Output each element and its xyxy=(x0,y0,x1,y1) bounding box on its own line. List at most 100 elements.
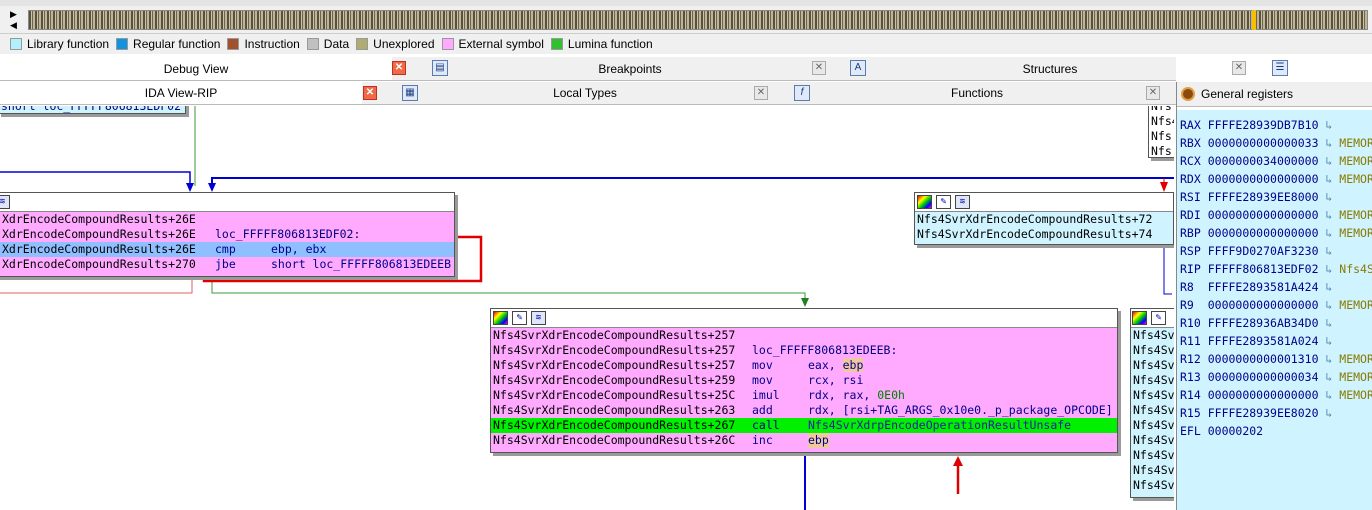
close-icon[interactable]: ✕ xyxy=(754,86,768,100)
jump-arrow-icon[interactable]: ↳ xyxy=(1319,226,1340,240)
jump-arrow-icon[interactable]: ↳ xyxy=(1319,136,1340,150)
jump-arrow-icon[interactable]: ↳ xyxy=(1319,262,1340,276)
jump-arrow-icon[interactable]: ↳ xyxy=(1319,154,1340,168)
navigation-arrows[interactable]: ▶ ◀ xyxy=(10,9,24,33)
jump-arrow-icon[interactable]: ↳ xyxy=(1319,118,1340,132)
jump-arrow-icon[interactable]: ↳ xyxy=(1319,280,1340,294)
register-name: R10 xyxy=(1180,316,1201,330)
node-line: Nfs4SvrXdrEncodeCompoundResults+257 mov ea… xyxy=(493,358,864,372)
node-line: short loc_FFFFF806813EDF02 xyxy=(1,106,182,113)
jump-arrow-icon[interactable]: ↳ xyxy=(1319,352,1340,366)
graph-node-fragment[interactable]: short loc_FFFFF806813EDF02 xyxy=(0,106,186,114)
jump-arrow-icon[interactable]: ↳ xyxy=(1319,190,1340,204)
tab-debug-view[interactable]: Debug View xyxy=(0,57,392,80)
graph-node-fragment[interactable]: Nfs Nfs4 Nfs Nfs xyxy=(1148,106,1174,158)
rename-icon[interactable]: ✎ xyxy=(1151,311,1166,325)
jump-arrow-icon[interactable]: ↳ xyxy=(1319,370,1340,384)
node-line: Nfs4Sv xyxy=(1133,388,1174,402)
register-row[interactable]: R11 FFFFE2893581A024 ↳ xyxy=(1177,332,1372,350)
register-note: MEMOR xyxy=(1339,226,1372,240)
node-line: XdrEncodeCompoundResults+26E xyxy=(0,212,454,227)
register-row[interactable]: R12 0000000000001310 ↳ MEMOR xyxy=(1177,350,1372,368)
legend-swatch xyxy=(356,38,369,50)
edge-arrow xyxy=(1160,182,1168,192)
register-name: R15 xyxy=(1180,406,1201,420)
close-icon[interactable]: ✕ xyxy=(1232,61,1246,75)
register-note: MEMOR xyxy=(1339,172,1372,186)
register-row[interactable]: RBX 0000000000000033 ↳ MEMOR xyxy=(1177,134,1372,152)
graph-view[interactable]: short loc_FFFFF806813EDF02 ≋ XdrEncodeCo… xyxy=(0,106,1174,510)
legend-item: Unexplored xyxy=(356,37,435,51)
close-icon[interactable]: ✕ xyxy=(1146,86,1160,100)
graph-toggle-icon[interactable]: ≋ xyxy=(531,311,546,325)
graph-toggle-icon[interactable]: ≋ xyxy=(955,195,970,209)
register-row[interactable]: R10 FFFFE28936AB34D0 ↳ xyxy=(1177,314,1372,332)
register-value: 00000202 xyxy=(1207,424,1264,438)
graph-node-far-right[interactable]: ✎ Nfs4Sv Nfs4Sv Nfs4Sv Nfs4Sv Nfs4Sv Nfs… xyxy=(1130,308,1174,498)
register-value: 0000000000000000 xyxy=(1207,208,1319,222)
jump-arrow-icon[interactable]: ↳ xyxy=(1319,244,1340,258)
jump-arrow-icon[interactable]: ↳ xyxy=(1319,334,1340,348)
register-row[interactable]: RDI 0000000000000000 ↳ MEMOR xyxy=(1177,206,1372,224)
color-palette-icon[interactable] xyxy=(917,195,932,209)
graph-toggle-icon[interactable]: ≋ xyxy=(0,195,10,209)
color-palette-icon[interactable] xyxy=(493,311,508,325)
general-registers-panel[interactable]: General registers RAX FFFFE28939DB7B10 ↳… xyxy=(1176,82,1372,510)
legend-item: Instruction xyxy=(227,37,300,51)
list-icon[interactable]: ☰ xyxy=(1272,60,1288,76)
register-note: Nfs4S xyxy=(1339,262,1372,276)
node-line: Nfs4SvrXdrEncodeCompoundResults+263 add rd… xyxy=(493,403,1113,417)
registers-header: General registers xyxy=(1177,82,1372,107)
legend-swatch xyxy=(441,38,454,50)
register-value: FFFFE28939EE8020 xyxy=(1207,406,1319,420)
jump-arrow-icon[interactable]: ↳ xyxy=(1319,298,1340,312)
register-name: RAX xyxy=(1180,118,1201,132)
tab-ida-view-rip[interactable]: IDA View-RIP xyxy=(0,82,362,104)
register-row[interactable]: RIP FFFFF806813EDF02 ↳ Nfs4S xyxy=(1177,260,1372,278)
close-icon[interactable]: ✕ xyxy=(812,61,826,75)
register-row[interactable]: R15 FFFFE28939EE8020 ↳ xyxy=(1177,404,1372,422)
node-line: Nfs4SvrXdrEncodeCompoundResults+26C inc eb… xyxy=(493,433,829,448)
color-palette-icon[interactable] xyxy=(1132,311,1147,325)
jump-arrow-icon[interactable]: ↳ xyxy=(1319,208,1340,222)
graph-node-current[interactable]: ≋ XdrEncodeCompoundResults+26E XdrEncode… xyxy=(0,192,455,277)
jump-arrow-icon[interactable]: ↳ xyxy=(1319,316,1340,330)
register-row[interactable]: R13 0000000000000034 ↳ MEMOR xyxy=(1177,368,1372,386)
legend: Library function Regular function Instru… xyxy=(0,34,1372,54)
node-line: Nfs4Sv xyxy=(1133,433,1174,447)
register-row[interactable]: RSI FFFFE28939EE8000 ↳ xyxy=(1177,188,1372,206)
jump-arrow-icon[interactable]: ↳ xyxy=(1319,406,1340,420)
register-row[interactable]: RAX FFFFE28939DB7B10 ↳ xyxy=(1177,116,1372,134)
navigation-bar[interactable] xyxy=(28,10,1368,30)
rename-icon[interactable]: ✎ xyxy=(512,311,527,325)
tab-functions[interactable]: Functions xyxy=(812,82,1142,104)
local-types-icon: ▦ xyxy=(402,85,418,101)
close-icon[interactable]: ✕ xyxy=(363,86,377,100)
jump-arrow-icon[interactable]: ↳ xyxy=(1319,172,1340,186)
register-row[interactable]: R8 FFFFE2893581A424 ↳ xyxy=(1177,278,1372,296)
register-value: 0000000000000000 xyxy=(1207,172,1319,186)
register-row[interactable]: RBP 0000000000000000 ↳ MEMOR xyxy=(1177,224,1372,242)
register-row[interactable]: RSP FFFF9D0270AF3230 ↳ xyxy=(1177,242,1372,260)
register-row[interactable]: EFL 00000202 xyxy=(1177,422,1372,440)
register-row[interactable]: RCX 0000000034000000 ↳ MEMOR xyxy=(1177,152,1372,170)
rename-icon[interactable]: ✎ xyxy=(936,195,951,209)
register-name: RDI xyxy=(1180,208,1201,222)
register-name: RIP xyxy=(1180,262,1201,276)
tab-local-types[interactable]: Local Types xyxy=(420,82,750,104)
close-icon[interactable]: ✕ xyxy=(392,61,406,75)
register-name: RBX xyxy=(1180,136,1201,150)
navigation-band[interactable]: ▶ ◀ xyxy=(0,0,1372,34)
graph-node-main[interactable]: ✎ ≋ Nfs4SvrXdrEncodeCompoundResults+257 … xyxy=(490,308,1118,453)
register-row[interactable]: R9 0000000000000000 ↳ MEMOR xyxy=(1177,296,1372,314)
graph-node-right[interactable]: ✎ ≋ Nfs4SvrXdrEncodeCompoundResults+72 N… xyxy=(914,192,1174,245)
functions-icon: f xyxy=(794,85,810,101)
tab-breakpoints[interactable]: Breakpoints xyxy=(450,57,810,80)
edge-line xyxy=(211,177,1174,186)
tab-structures[interactable]: Structures xyxy=(870,57,1230,80)
jump-arrow-icon[interactable]: ↳ xyxy=(1319,388,1340,402)
tab-bar-top: Debug View ✕ ▤ Breakpoints ✕ A Structure… xyxy=(0,57,1246,81)
register-row[interactable]: RDX 0000000000000000 ↳ MEMOR xyxy=(1177,170,1372,188)
register-row[interactable]: R14 0000000000000000 ↳ MEMOR xyxy=(1177,386,1372,404)
node-header: ✎ ≋ xyxy=(915,193,1173,212)
